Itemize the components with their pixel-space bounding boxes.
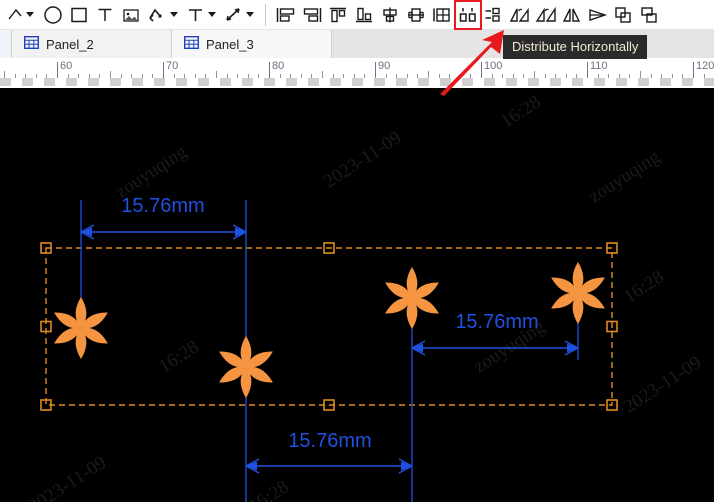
toolbar-separator xyxy=(265,3,266,26)
chevron-down-icon[interactable] xyxy=(208,12,216,17)
mirror-horizontal[interactable] xyxy=(585,1,611,29)
align-right[interactable] xyxy=(299,1,325,29)
align-top[interactable] xyxy=(325,1,351,29)
flower-3[interactable] xyxy=(382,267,441,329)
chevron-down-icon[interactable] xyxy=(246,12,254,17)
tab-label: Panel_2 xyxy=(46,36,94,52)
horizontal-ruler[interactable]: 60 70 80 90 100 110 120 xyxy=(0,58,714,86)
duplicate-shape[interactable] xyxy=(611,1,637,29)
distribute-spacing[interactable] xyxy=(481,1,507,29)
skew-shape[interactable] xyxy=(533,1,559,29)
measure-tool[interactable] xyxy=(220,1,258,29)
text-tool[interactable] xyxy=(92,1,118,29)
rectangle-tool[interactable] xyxy=(66,1,92,29)
group-shape[interactable] xyxy=(637,1,663,29)
align-left[interactable] xyxy=(273,1,299,29)
canvas-scene: 15.76mm 15.76mm 15.76mm xyxy=(40,195,618,502)
mirror-vertical[interactable] xyxy=(559,1,585,29)
align-center-horizontal[interactable] xyxy=(403,1,429,29)
main-toolbar xyxy=(0,0,714,30)
tooltip: Distribute Horizontally xyxy=(503,35,648,59)
ruler-label: 100 xyxy=(484,60,503,72)
dimension-middle-label: 15.76mm xyxy=(455,311,538,333)
tab-panel-3[interactable]: Panel_3 xyxy=(172,30,332,58)
dimension-bottom-label: 15.76mm xyxy=(288,430,371,452)
application-window: Panel_2 Panel_3 Distribute Horizontally … xyxy=(0,0,714,502)
distribute-horizontally[interactable] xyxy=(454,0,482,30)
chevron-down-icon[interactable] xyxy=(170,12,178,17)
ruler-label: 70 xyxy=(166,60,179,72)
flower-1[interactable] xyxy=(51,297,110,359)
align-bottom[interactable] xyxy=(351,1,377,29)
ruler-label: 60 xyxy=(60,60,73,72)
dimension-tool[interactable] xyxy=(182,1,220,29)
align-grid[interactable] xyxy=(429,1,455,29)
panel-icon xyxy=(183,35,200,52)
ruler-label: 110 xyxy=(590,60,608,72)
align-center-vertical[interactable] xyxy=(377,1,403,29)
flower-2[interactable] xyxy=(216,336,275,398)
polyline-tool[interactable] xyxy=(144,1,182,29)
shape-tool[interactable] xyxy=(2,1,40,29)
rotate-shape[interactable] xyxy=(507,1,533,29)
tabbar-lead xyxy=(0,30,12,58)
ruler-checker-strip xyxy=(0,78,714,86)
design-canvas[interactable]: zouyuqing 2023-11-09 16:28 zouyuqing 2023-11… xyxy=(0,88,714,502)
chevron-down-icon[interactable] xyxy=(26,12,34,17)
tab-label: Panel_3 xyxy=(206,36,254,52)
ruler-label: 90 xyxy=(378,60,391,72)
panel-icon xyxy=(23,35,40,52)
flower-4[interactable] xyxy=(548,262,607,324)
ellipse-tool[interactable] xyxy=(40,1,66,29)
dimension-top-label: 15.76mm xyxy=(121,195,204,217)
tab-panel-2[interactable]: Panel_2 xyxy=(12,30,172,58)
ruler-label: 80 xyxy=(272,60,285,72)
image-tool[interactable] xyxy=(118,1,144,29)
ruler-label: 120 xyxy=(696,60,714,72)
